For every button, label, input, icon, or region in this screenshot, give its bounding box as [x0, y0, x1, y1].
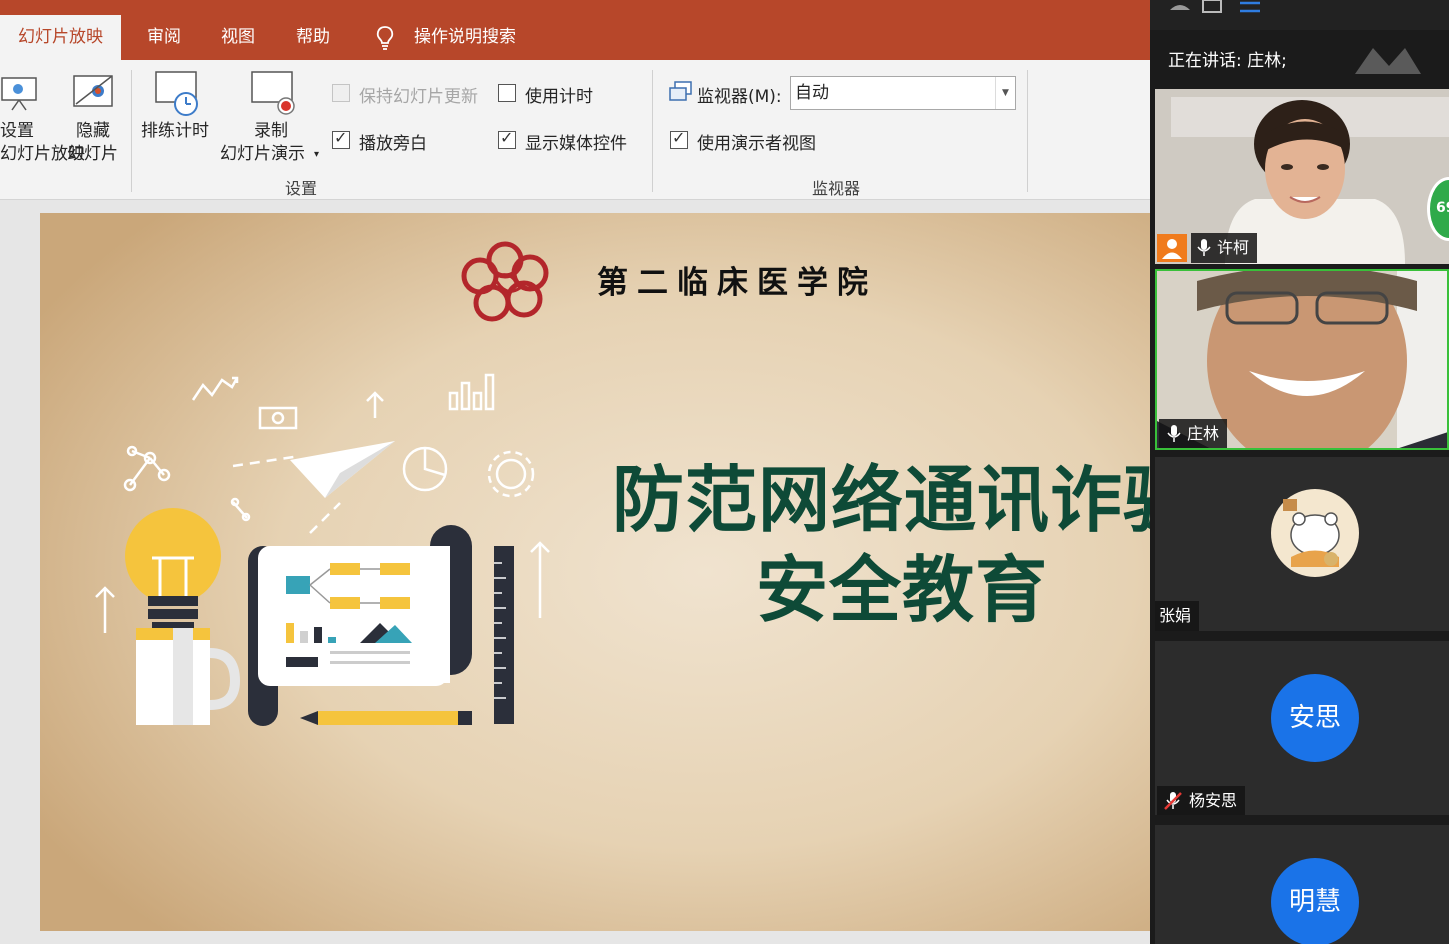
monitor-select-value: 自动: [795, 83, 829, 103]
person-icon: [1162, 239, 1182, 259]
show-media-controls-checkbox[interactable]: ✓: [498, 128, 516, 149]
hide-label-2: 幻灯片: [67, 144, 118, 164]
pencil-icon: [300, 711, 472, 725]
participant-name-tag: 张娟: [1155, 601, 1200, 631]
participant-name-tag: 杨安思: [1157, 786, 1246, 815]
setup-slideshow-icon: [1, 77, 37, 111]
participant-tile[interactable]: 张娟: [1155, 457, 1449, 631]
keep-updated-checkbox[interactable]: [332, 84, 350, 102]
slide[interactable]: 第二临床医学院 防范网络通讯诈骗 安全教育: [40, 213, 1150, 931]
speaking-indicator: 正在讲话: 庄林;: [1168, 51, 1287, 71]
ribbon-tab-bar: 幻灯片放映 审阅 视图 帮助 操作说明搜索: [0, 0, 1150, 60]
avatar: 安思: [1271, 674, 1359, 762]
hide-label-1: 隐藏: [76, 121, 110, 141]
avatar-image: [1271, 489, 1359, 577]
setup-label-1: 设置: [0, 121, 34, 141]
avatar: 明慧: [1271, 858, 1359, 944]
participant-name-tag: 许柯: [1191, 233, 1258, 263]
blueprint-icon: [248, 525, 472, 726]
chevron-down-icon[interactable]: ▼: [995, 77, 1015, 109]
tab-slideshow[interactable]: 幻灯片放映: [0, 15, 121, 60]
ruler-icon: [494, 546, 514, 724]
monitor-select[interactable]: 自动 ▼: [790, 76, 1016, 110]
meeting-toolbar: [1150, 0, 1449, 30]
mug-icon: [136, 628, 241, 725]
play-narrations-checkbox[interactable]: ✓: [332, 128, 350, 149]
ribbon-separator: [131, 70, 132, 192]
checkmark-icon: ✓: [334, 128, 348, 147]
record-label-2: 幻灯片演示: [220, 144, 305, 164]
paper-plane-icon: [290, 441, 395, 498]
microphone-icon: [1167, 425, 1181, 442]
monitor-label: 监视器(M):: [697, 87, 782, 107]
slide-title-line2: 安全教育: [756, 548, 1049, 632]
host-icon: [1157, 234, 1187, 262]
meeting-panel: 正在讲话: 庄林; 69: [1150, 0, 1449, 944]
use-timings-checkbox[interactable]: [498, 84, 516, 102]
record-dropdown-icon[interactable]: ▾: [314, 143, 319, 166]
checkmark-icon: ✓: [500, 128, 514, 147]
hide-slide-icon: [73, 75, 113, 107]
participant-tile-active[interactable]: 庄林: [1155, 269, 1449, 450]
user-icon[interactable]: [1168, 0, 1192, 12]
checkmark-icon: ✓: [672, 128, 686, 147]
use-timings-label: 使用计时: [525, 87, 593, 107]
participant-tile[interactable]: 69 许柯: [1155, 89, 1449, 264]
ribbon-separator: [1027, 70, 1028, 192]
tab-view[interactable]: 视图: [221, 15, 255, 60]
participant-name: 许柯: [1217, 238, 1250, 257]
tell-me-search[interactable]: 操作说明搜索: [414, 15, 516, 60]
participant-name: 张娟: [1159, 606, 1192, 625]
monitors-group-label: 监视器: [812, 179, 861, 198]
presenter-view-label: 使用演示者视图: [697, 134, 816, 154]
settings-group-label: 设置: [285, 179, 318, 198]
tab-review[interactable]: 审阅: [147, 15, 181, 60]
microphone-icon: [1197, 239, 1211, 256]
show-media-controls-label: 显示媒体控件: [525, 134, 627, 154]
presenter-view-checkbox[interactable]: ✓: [670, 128, 688, 149]
ribbon-separator: [652, 70, 653, 192]
screen: 幻灯片放映 审阅 视图 帮助 操作说明搜索 设置 幻灯片放映 隐藏 幻灯片 排练…: [0, 0, 1449, 944]
badge-text: 69: [1436, 200, 1449, 216]
ribbon: 设置 幻灯片放映 隐藏 幻灯片 排练计时 录制 幻灯片演示 ▾ 保持幻灯片更新 …: [0, 60, 1150, 200]
window-icon[interactable]: [1202, 0, 1222, 14]
school-logo-icon: [461, 241, 549, 322]
participant-tile[interactable]: 安思 杨安思: [1155, 641, 1449, 815]
lightbulb-icon: [376, 26, 394, 50]
participant-name-tag: 庄林: [1159, 419, 1228, 448]
tab-help[interactable]: 帮助: [296, 15, 330, 60]
participant-name: 庄林: [1187, 424, 1220, 443]
record-label-1: 录制: [254, 121, 288, 141]
menu-icon[interactable]: [1238, 0, 1262, 16]
keep-updated-label: 保持幻灯片更新: [359, 87, 478, 107]
participant-name: 杨安思: [1189, 791, 1238, 810]
participant-tile[interactable]: 明慧: [1155, 825, 1449, 944]
bulb-icon: [125, 508, 221, 630]
play-narrations-label: 播放旁白: [359, 134, 427, 154]
stopwatch-icon: [155, 71, 198, 116]
school-name: 第二临床医学院: [597, 265, 877, 301]
monitor-icon: [669, 81, 692, 101]
watermark-logo-icon: [1355, 48, 1421, 74]
rehearse-label: 排练计时: [141, 121, 209, 141]
record-icon: [251, 71, 295, 115]
muted-microphone-icon: [1164, 792, 1182, 810]
